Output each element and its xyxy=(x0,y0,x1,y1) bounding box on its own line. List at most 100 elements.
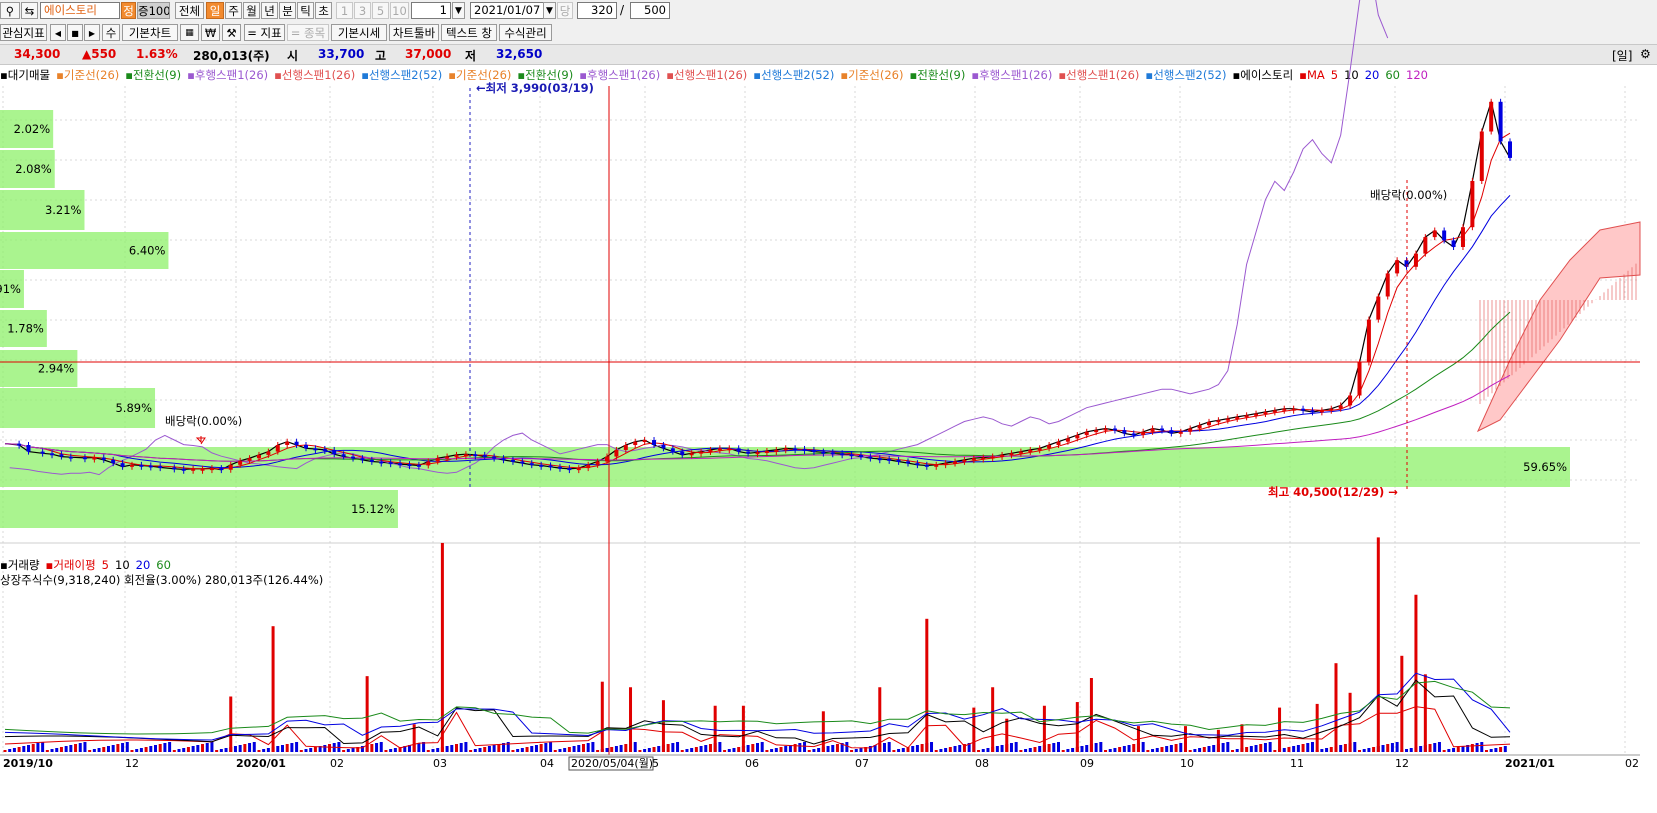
candle-body xyxy=(887,458,892,461)
volume-bar xyxy=(732,748,736,752)
volume-bar xyxy=(233,746,237,752)
volume-bar xyxy=(309,748,313,752)
candle-body xyxy=(981,457,986,460)
volume-bar xyxy=(3,750,7,752)
volume-peak-bar xyxy=(440,542,444,752)
volume-bar xyxy=(191,746,195,752)
volume-legend-item-1[interactable]: ▪거래이평 xyxy=(46,558,96,572)
volume-bar xyxy=(299,750,303,752)
volume-bar xyxy=(1169,745,1173,752)
volume-peak-bar xyxy=(713,705,717,752)
volume-bar xyxy=(276,746,280,752)
stock-chart[interactable]: 2.02% 2.08% 3.21% 6.40% 0.91% 1.78% 2.94% 5.89%… xyxy=(0,0,1657,813)
candle-body xyxy=(605,456,609,462)
candle-body xyxy=(802,448,807,451)
volume-peak-bar xyxy=(1240,724,1244,752)
volume-bar xyxy=(751,744,755,752)
volume-bar xyxy=(835,744,839,752)
candle-body xyxy=(256,454,261,459)
volume-bar xyxy=(657,746,661,752)
volume-bar xyxy=(1372,747,1376,752)
volume-bar xyxy=(812,749,816,752)
volume-bar xyxy=(1461,746,1465,752)
volume-bar xyxy=(182,748,186,752)
candle-body xyxy=(896,459,901,462)
x-tick-label: 02 xyxy=(1625,757,1639,770)
volume-bar xyxy=(1296,745,1300,752)
volume-profile-label: 3.21% xyxy=(45,203,82,217)
volume-bar xyxy=(817,748,821,752)
volume-bar xyxy=(826,746,830,752)
volume-bar xyxy=(158,744,162,752)
volume-bar xyxy=(1282,748,1286,752)
volume-legend-item-2[interactable]: 5 xyxy=(102,558,109,572)
volume-bar xyxy=(224,748,228,752)
candle-body xyxy=(1000,454,1005,457)
volume-bar xyxy=(74,744,78,752)
volume-bar xyxy=(219,749,223,752)
volume-bar xyxy=(1174,744,1178,752)
volume-bar xyxy=(944,748,948,752)
volume-bar xyxy=(1386,744,1390,752)
volume-bar xyxy=(643,749,647,752)
volume-legend-item-4[interactable]: 20 xyxy=(136,558,151,572)
volume-bar xyxy=(295,742,299,752)
candle-body xyxy=(1508,141,1512,158)
high-annotation: 최고 40,500(12/29) → xyxy=(1268,485,1398,499)
volume-peak-bar xyxy=(972,707,976,752)
volume-bar xyxy=(774,748,778,752)
volume-bar xyxy=(1494,748,1498,752)
volume-bar xyxy=(981,749,985,752)
candle-body xyxy=(943,463,948,466)
volume-bar xyxy=(930,742,934,752)
volume-bar xyxy=(953,746,957,752)
volume-bar xyxy=(487,746,491,752)
volume-legend-item-0[interactable]: ▪거래량 xyxy=(0,558,40,572)
volume-bar xyxy=(1447,749,1451,752)
volume-bar xyxy=(8,749,12,752)
volume-bar xyxy=(304,749,308,752)
candle-body xyxy=(1028,449,1033,452)
candle-body xyxy=(294,441,299,445)
candle-body xyxy=(727,448,732,451)
volume-legend-item-5[interactable]: 60 xyxy=(156,558,171,572)
volume-bar xyxy=(196,745,200,752)
candle-body xyxy=(1207,421,1211,426)
volume-bar xyxy=(939,749,943,752)
candle-body xyxy=(59,454,64,457)
volume-bar xyxy=(370,744,374,752)
volume-profile-label: 5.89% xyxy=(115,401,152,415)
volume-bar xyxy=(313,747,317,752)
candle-body xyxy=(1188,428,1193,432)
candle-body xyxy=(680,451,685,455)
candle-body xyxy=(1282,408,1287,411)
volume-bar xyxy=(280,745,284,752)
volume-bar xyxy=(473,749,477,752)
volume-bar xyxy=(384,750,388,752)
volume-info: 상장주식수(9,318,240) 회전율(3.00%) 280,013주(126… xyxy=(0,573,324,587)
volume-bar xyxy=(1057,742,1060,752)
volume-bar xyxy=(915,745,919,752)
volume-bar xyxy=(1000,745,1004,752)
candle-body xyxy=(548,465,553,468)
candle-body xyxy=(1319,410,1324,413)
volume-bar xyxy=(1122,746,1126,752)
candle-body xyxy=(501,458,506,461)
candle-body xyxy=(623,445,628,450)
low-annotation: ←최저 3,990(03/19) xyxy=(476,81,594,95)
volume-bar xyxy=(1099,742,1103,752)
volume-legend-item-3[interactable]: 10 xyxy=(115,558,130,572)
candle-body xyxy=(755,452,760,455)
candle-body xyxy=(1451,240,1456,247)
volume-peak-bar xyxy=(229,696,233,752)
volume-bar xyxy=(699,746,703,752)
candle-body xyxy=(746,451,751,454)
candle-body xyxy=(247,458,252,461)
volume-bar xyxy=(201,744,205,752)
volume-bar xyxy=(389,749,393,752)
candle-body xyxy=(1084,431,1089,436)
volume-bar xyxy=(647,748,651,752)
candle-body xyxy=(576,468,581,471)
volume-bar xyxy=(1343,744,1347,752)
candle-body xyxy=(1122,430,1127,434)
